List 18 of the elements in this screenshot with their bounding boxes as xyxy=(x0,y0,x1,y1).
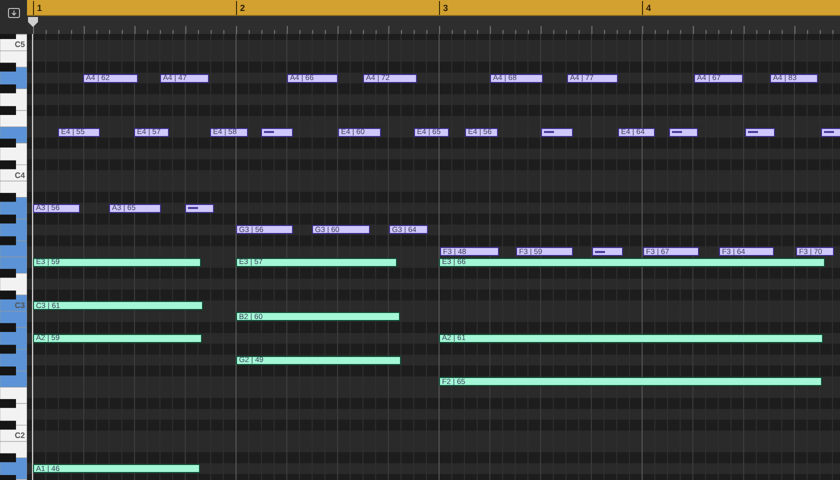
bar-number: 3 xyxy=(439,1,448,15)
bar-number: 1 xyxy=(33,1,42,15)
window-icon[interactable] xyxy=(8,8,20,18)
bar-number: 4 xyxy=(642,1,652,15)
dash-icon xyxy=(748,131,758,134)
dash-icon xyxy=(544,131,554,134)
octave-label: C3 xyxy=(14,300,25,311)
dash-icon xyxy=(824,131,834,134)
dash-icon xyxy=(672,131,682,134)
bar-ruler[interactable]: 1 2 3 4 xyxy=(27,0,840,16)
octave-label: C5 xyxy=(14,40,25,50)
midi-note[interactable] xyxy=(592,247,623,256)
dash-icon xyxy=(264,131,274,134)
dash-icon xyxy=(595,250,605,253)
octave-label: C4 xyxy=(14,170,25,181)
octave-label: C2 xyxy=(14,431,25,442)
dash-icon xyxy=(188,207,198,210)
bar-number: 2 xyxy=(236,1,246,15)
